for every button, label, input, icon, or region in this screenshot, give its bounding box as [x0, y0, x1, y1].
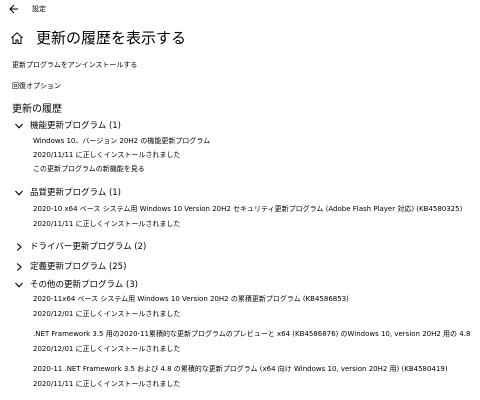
chevron-down-icon — [14, 188, 24, 198]
update-item-status: 2020/11/11 に正しくインストールされました — [33, 220, 181, 228]
group-other-updates[interactable]: その他の更新プログラム (3) — [14, 279, 138, 291]
chevron-right-icon — [14, 262, 24, 272]
whats-new-link[interactable]: この更新プログラムの新機能を見る — [33, 165, 145, 174]
group-label: その他の更新プログラム (3) — [30, 280, 138, 290]
home-icon[interactable] — [10, 31, 24, 45]
update-item-title[interactable]: .NET Framework 3.5 用の2020-11累積的な更新プログラムの… — [33, 330, 470, 339]
update-item-status: 2020/11/11 に正しくインストールされました — [33, 380, 181, 388]
page-title: 更新の履歴を表示する — [36, 29, 187, 47]
update-item-title[interactable]: 2020-11x64 ベース システム用 Windows 10 Version … — [33, 295, 349, 304]
page-header: 更新の履歴を表示する — [10, 26, 186, 50]
chevron-down-icon — [14, 280, 24, 290]
update-history-heading: 更新の履歴 — [12, 104, 62, 115]
chevron-right-icon — [14, 242, 24, 252]
update-item-status: 2020/12/01 に正しくインストールされました — [33, 345, 181, 353]
update-item-status: 2020/12/01 に正しくインストールされました — [33, 310, 181, 318]
uninstall-updates-link[interactable]: 更新プログラムをアンインストールする — [12, 60, 137, 70]
group-definition-updates[interactable]: 定義更新プログラム (25) — [14, 261, 126, 273]
recovery-options-link[interactable]: 回復オプション — [12, 81, 61, 91]
group-feature-updates[interactable]: 機能更新プログラム (1) — [14, 120, 121, 132]
update-item-title[interactable]: 2020-10 x64 ベース システム用 Windows 10 Version… — [33, 205, 462, 214]
settings-window: 設定 更新の履歴を表示する 更新プログラムをアンインストールする 回復オプション… — [0, 0, 480, 400]
group-label: 定義更新プログラム (25) — [30, 262, 127, 272]
group-quality-updates[interactable]: 品質更新プログラム (1) — [14, 187, 121, 199]
chevron-down-icon — [14, 121, 24, 131]
group-label: 品質更新プログラム (1) — [30, 188, 121, 198]
update-item-title[interactable]: Windows 10、バージョン 20H2 の機能更新プログラム — [33, 137, 210, 146]
update-item-status: 2020/11/11 に正しくインストールされました — [33, 151, 181, 159]
update-item-title[interactable]: 2020-11 .NET Framework 3.5 および 4.8 の累積的な… — [33, 365, 448, 374]
window-title: 設定 — [32, 5, 46, 13]
back-button[interactable] — [8, 3, 20, 15]
title-bar: 設定 — [0, 0, 480, 18]
back-arrow-icon — [9, 4, 18, 14]
group-label: 機能更新プログラム (1) — [30, 121, 121, 131]
group-label: ドライバー更新プログラム (2) — [30, 242, 147, 252]
group-driver-updates[interactable]: ドライバー更新プログラム (2) — [14, 241, 146, 253]
